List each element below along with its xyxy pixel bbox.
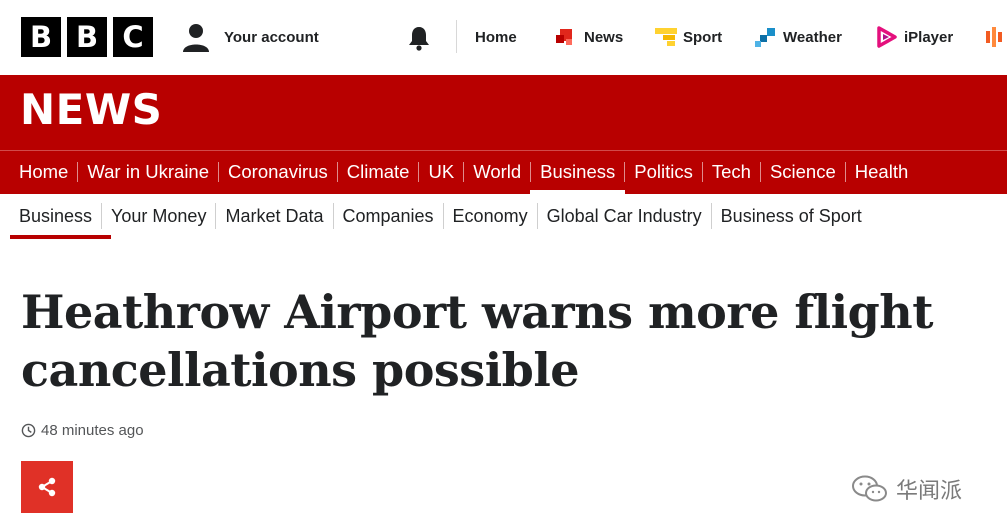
news-banner: NEWS — [0, 75, 1007, 150]
article-timestamp: 48 minutes ago — [21, 422, 144, 439]
news-icon — [556, 29, 572, 45]
bbc-logo-letter-2: B — [67, 17, 107, 57]
global-bar-divider — [456, 20, 457, 53]
global-link-label: Home — [475, 28, 517, 46]
weather-icon — [755, 28, 775, 47]
primary-nav-item-war-in-ukraine[interactable]: War in Ukraine — [77, 162, 218, 182]
primary-nav-item-world[interactable]: World — [463, 162, 530, 182]
notifications-bell-icon[interactable] — [405, 24, 433, 52]
sport-icon — [655, 28, 677, 46]
timestamp-label: 48 minutes ago — [41, 422, 144, 439]
secondary-nav-item-business-of-sport[interactable]: Business of Sport — [710, 203, 871, 229]
bbc-logo[interactable]: B B C — [21, 17, 153, 57]
secondary-nav-item-business[interactable]: Business — [10, 203, 112, 239]
share-button[interactable] — [21, 461, 73, 513]
primary-nav-item-science[interactable]: Science — [759, 162, 845, 182]
global-link-label: Sport — [683, 28, 723, 46]
global-link-news[interactable]: News — [556, 26, 623, 48]
global-link-sport[interactable]: Sport — [655, 26, 722, 48]
primary-nav-item-coronavirus[interactable]: Coronavirus — [218, 162, 337, 182]
account-label: Your account — [224, 28, 319, 46]
primary-navigation: Home War in Ukraine Coronavirus Climate … — [0, 150, 1007, 194]
watermark-text: 华闻派 — [896, 479, 963, 504]
secondary-nav-item-companies[interactable]: Companies — [332, 203, 443, 229]
global-link-label: Weather — [783, 28, 842, 46]
primary-nav-item-politics[interactable]: Politics — [624, 162, 702, 182]
global-link-label: iPlayer — [904, 28, 954, 46]
secondary-navigation: Business Your Money Market Data Companie… — [0, 194, 1007, 242]
secondary-nav-item-market-data[interactable]: Market Data — [215, 203, 332, 229]
share-icon — [38, 477, 56, 497]
primary-nav-item-home[interactable]: Home — [10, 162, 77, 182]
sounds-icon[interactable] — [986, 26, 1007, 48]
bbc-logo-letter-1: B — [21, 17, 61, 57]
clock-icon — [21, 423, 36, 438]
primary-nav-item-climate[interactable]: Climate — [336, 162, 419, 182]
secondary-nav-item-your-money[interactable]: Your Money — [101, 203, 215, 229]
watermark: 华闻派 — [850, 473, 962, 505]
primary-nav-item-tech[interactable]: Tech — [701, 162, 760, 182]
user-icon — [183, 24, 209, 52]
global-link-iplayer[interactable]: iPlayer — [876, 26, 953, 48]
bbc-logo-letter-3: C — [113, 17, 153, 57]
iplayer-icon — [877, 26, 897, 48]
global-link-weather[interactable]: Weather — [755, 26, 842, 48]
global-navigation-bar: B B C Your account Home News Sport Weath… — [0, 0, 1007, 75]
primary-nav-item-uk[interactable]: UK — [418, 162, 463, 182]
primary-nav-item-business[interactable]: Business — [530, 162, 626, 194]
news-brand-title[interactable]: NEWS — [20, 85, 162, 134]
secondary-nav-item-economy[interactable]: Economy — [442, 203, 537, 229]
account-link[interactable]: Your account — [180, 21, 319, 53]
wechat-icon — [852, 475, 887, 502]
article-headline: Heathrow Airport warns more flight cance… — [21, 285, 933, 397]
secondary-nav-item-global-car-industry[interactable]: Global Car Industry — [536, 203, 711, 229]
global-link-label: News — [584, 28, 624, 46]
primary-nav-item-health[interactable]: Health — [844, 162, 917, 182]
global-link-home[interactable]: Home — [475, 26, 517, 48]
